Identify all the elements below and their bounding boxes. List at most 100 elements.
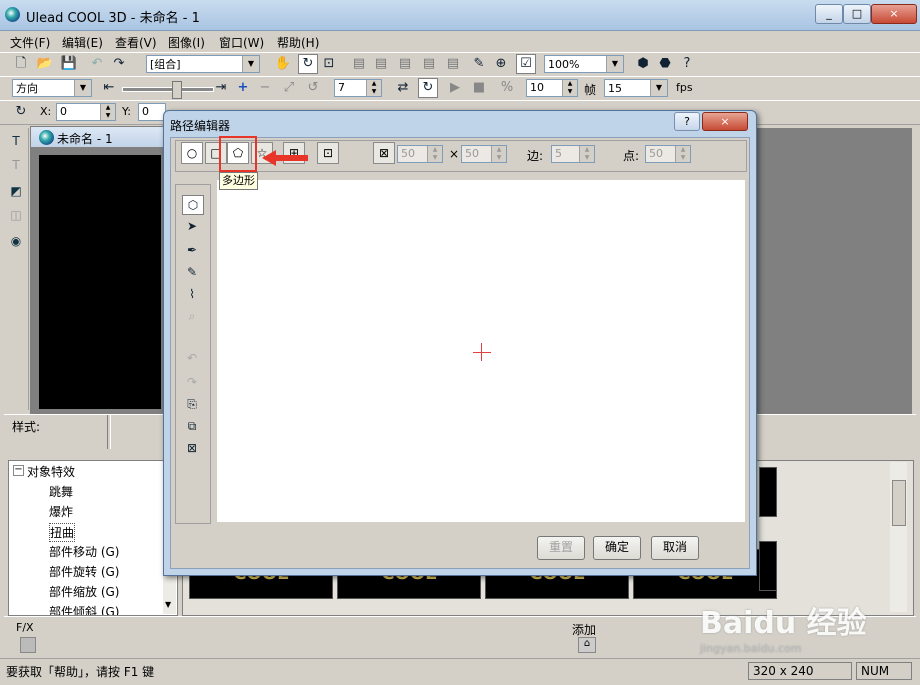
dialog-help-button[interactable]: ? xyxy=(674,112,700,131)
points-spinner[interactable]: 50 ▲ ▼ xyxy=(645,145,691,163)
minimize-button[interactable]: _ xyxy=(815,4,843,24)
tree-item[interactable]: 爆炸 xyxy=(49,503,73,520)
collapse-toggle-icon[interactable]: − xyxy=(13,465,24,476)
cancel-button[interactable]: 取消 xyxy=(651,536,699,560)
angle-spinner[interactable]: 7 ▲ ▼ xyxy=(334,79,382,97)
remove-keyframe-icon[interactable]: − xyxy=(256,79,274,97)
undo-icon[interactable]: ↶ xyxy=(88,55,106,73)
dialog-close-button[interactable]: × xyxy=(702,112,748,131)
ok-button[interactable]: 确定 xyxy=(593,536,641,560)
arrow-select-icon[interactable]: ➤ xyxy=(182,217,202,235)
redo-icon[interactable]: ↷ xyxy=(182,373,202,391)
position-tool-icon[interactable]: ↻ xyxy=(12,103,30,121)
pen-remove-icon[interactable]: ✎ xyxy=(182,263,202,281)
tree-root[interactable]: 对象特效 xyxy=(27,463,75,480)
layer-front-icon[interactable]: ▤ xyxy=(350,55,368,73)
watermark-url: jingyan.baidu.com xyxy=(700,642,802,655)
y-spinner[interactable]: 0 xyxy=(138,103,166,121)
x-spinner[interactable]: 0 ▲ ▼ xyxy=(56,103,116,121)
context-help-icon[interactable]: ? xyxy=(678,55,696,73)
aspect-ratio-icon[interactable]: ⊡ xyxy=(317,142,339,164)
import-icon[interactable]: ⎘ xyxy=(182,395,202,413)
width-spinner[interactable]: 50 ▲ ▼ xyxy=(397,145,443,163)
menu-edit[interactable]: 编辑(E) xyxy=(62,34,103,51)
swap-icon[interactable]: ⇄ xyxy=(394,79,412,97)
close-button[interactable]: × xyxy=(871,4,917,24)
frame-interval-spinner[interactable]: 10 ▲ ▼ xyxy=(526,79,578,97)
height-spinner[interactable]: 50 ▲ ▼ xyxy=(461,145,507,163)
menu-view[interactable]: 查看(V) xyxy=(115,34,157,51)
zoom-icon[interactable]: ⌕ xyxy=(182,307,202,325)
zoom-combo[interactable]: 100% ▼ xyxy=(544,55,624,73)
pen-add-icon[interactable]: ✒ xyxy=(182,241,202,259)
layer-down-icon[interactable]: ▤ xyxy=(420,55,438,73)
rotate-object-icon[interactable]: ↻ xyxy=(298,54,318,74)
circle-icon[interactable]: ○ xyxy=(181,142,203,164)
loop-icon[interactable]: ↻ xyxy=(418,78,438,98)
tree-item[interactable]: 部件倾斜 (G) xyxy=(49,603,119,615)
maximize-button[interactable]: □ xyxy=(843,4,871,24)
reverse-keyframe-icon[interactable]: ⤢ xyxy=(280,79,298,97)
percent-icon[interactable]: % xyxy=(498,79,516,97)
web-export-icon[interactable]: ⬣ xyxy=(656,55,674,73)
edit-text-icon[interactable]: T xyxy=(7,156,25,174)
insert-text-icon[interactable]: T xyxy=(7,132,25,150)
stop-icon[interactable]: ■ xyxy=(470,79,488,97)
tree-item[interactable]: 跳舞 xyxy=(49,483,73,500)
layer-back-icon[interactable]: ▤ xyxy=(372,55,390,73)
play-icon[interactable]: ▶ xyxy=(446,79,464,97)
frame-count-combo[interactable]: 15 ▼ xyxy=(604,79,668,97)
tree-item[interactable]: 部件旋转 (G) xyxy=(49,563,119,580)
edit-graphic-icon[interactable]: ◫ xyxy=(7,206,25,224)
mode-combo[interactable]: 方向 ▼ xyxy=(12,79,92,97)
layer-icon[interactable]: ▤ xyxy=(444,55,462,73)
loop-off-icon[interactable]: ↺ xyxy=(304,79,322,97)
insert-geometry-icon[interactable]: ◉ xyxy=(7,232,25,250)
menu-image[interactable]: 图像(I) xyxy=(168,34,205,51)
spin-arrows-icon[interactable]: ▲ ▼ xyxy=(100,104,115,120)
globe-icon[interactable]: ⊕ xyxy=(492,55,510,73)
redo-icon[interactable]: ↷ xyxy=(110,55,128,73)
menu-help[interactable]: 帮助(H) xyxy=(277,34,319,51)
new-file-icon[interactable]: 🗋 xyxy=(12,55,30,73)
last-frame-icon[interactable]: ⇥ xyxy=(212,79,230,97)
spin-arrows-icon[interactable]: ▲ ▼ xyxy=(562,80,577,96)
check-view-icon[interactable]: ☑ xyxy=(516,54,536,74)
path-canvas[interactable] xyxy=(217,180,745,522)
open-folder-icon[interactable]: 📂 xyxy=(36,55,54,73)
thumbnail-partial[interactable] xyxy=(759,467,777,517)
size-lock-icon[interactable]: ⊠ xyxy=(373,142,395,164)
first-frame-icon[interactable]: ⇤ xyxy=(100,79,118,97)
hexagon-icon[interactable]: ⬡ xyxy=(182,195,204,215)
undo-icon[interactable]: ↶ xyxy=(182,349,202,367)
tree-item-selected[interactable]: 扭曲 xyxy=(49,523,76,542)
menu-file[interactable]: 文件(F) xyxy=(10,34,50,51)
thumbnail-scrollbar[interactable] xyxy=(890,462,907,612)
scene-canvas[interactable] xyxy=(39,155,161,409)
add-keyframe-icon[interactable]: + xyxy=(234,79,252,97)
spin-arrows-icon[interactable]: ▲ ▼ xyxy=(366,80,381,96)
sides-spinner[interactable]: 5 ▲ ▼ xyxy=(551,145,595,163)
tree-item[interactable]: 部件缩放 (G) xyxy=(49,583,119,600)
select-object-icon[interactable]: ⊡ xyxy=(320,55,338,73)
fx-toggle-icon[interactable] xyxy=(20,637,36,653)
copy-path-icon[interactable]: ⧉ xyxy=(182,417,202,435)
hand-icon[interactable]: ✋ xyxy=(274,55,292,73)
tree-item[interactable]: 部件移动 (G) xyxy=(49,543,119,560)
timeline-slider[interactable] xyxy=(122,87,214,92)
clear-path-icon[interactable]: ⊠ xyxy=(182,439,202,457)
object-group-combo[interactable]: [组合] ▼ xyxy=(146,55,260,73)
add-effect-button[interactable]: ⌂ xyxy=(578,637,596,653)
convert-point-icon[interactable]: ⌇ xyxy=(182,285,202,303)
timeline-slider-thumb[interactable] xyxy=(172,81,182,99)
light-icon[interactable]: ✎ xyxy=(470,55,488,73)
reset-button[interactable]: 重置 xyxy=(537,536,585,560)
insert-graphic-icon[interactable]: ◩ xyxy=(7,182,25,200)
thumbnail-partial[interactable] xyxy=(759,541,777,591)
layer-up-icon[interactable]: ▤ xyxy=(396,55,414,73)
save-icon[interactable]: 💾 xyxy=(60,55,78,73)
scroll-down-icon[interactable]: ▼ xyxy=(165,600,171,609)
menu-window[interactable]: 窗口(W) xyxy=(219,34,264,51)
scrollbar-thumb[interactable] xyxy=(892,480,906,526)
export-icon[interactable]: ⬢ xyxy=(634,55,652,73)
